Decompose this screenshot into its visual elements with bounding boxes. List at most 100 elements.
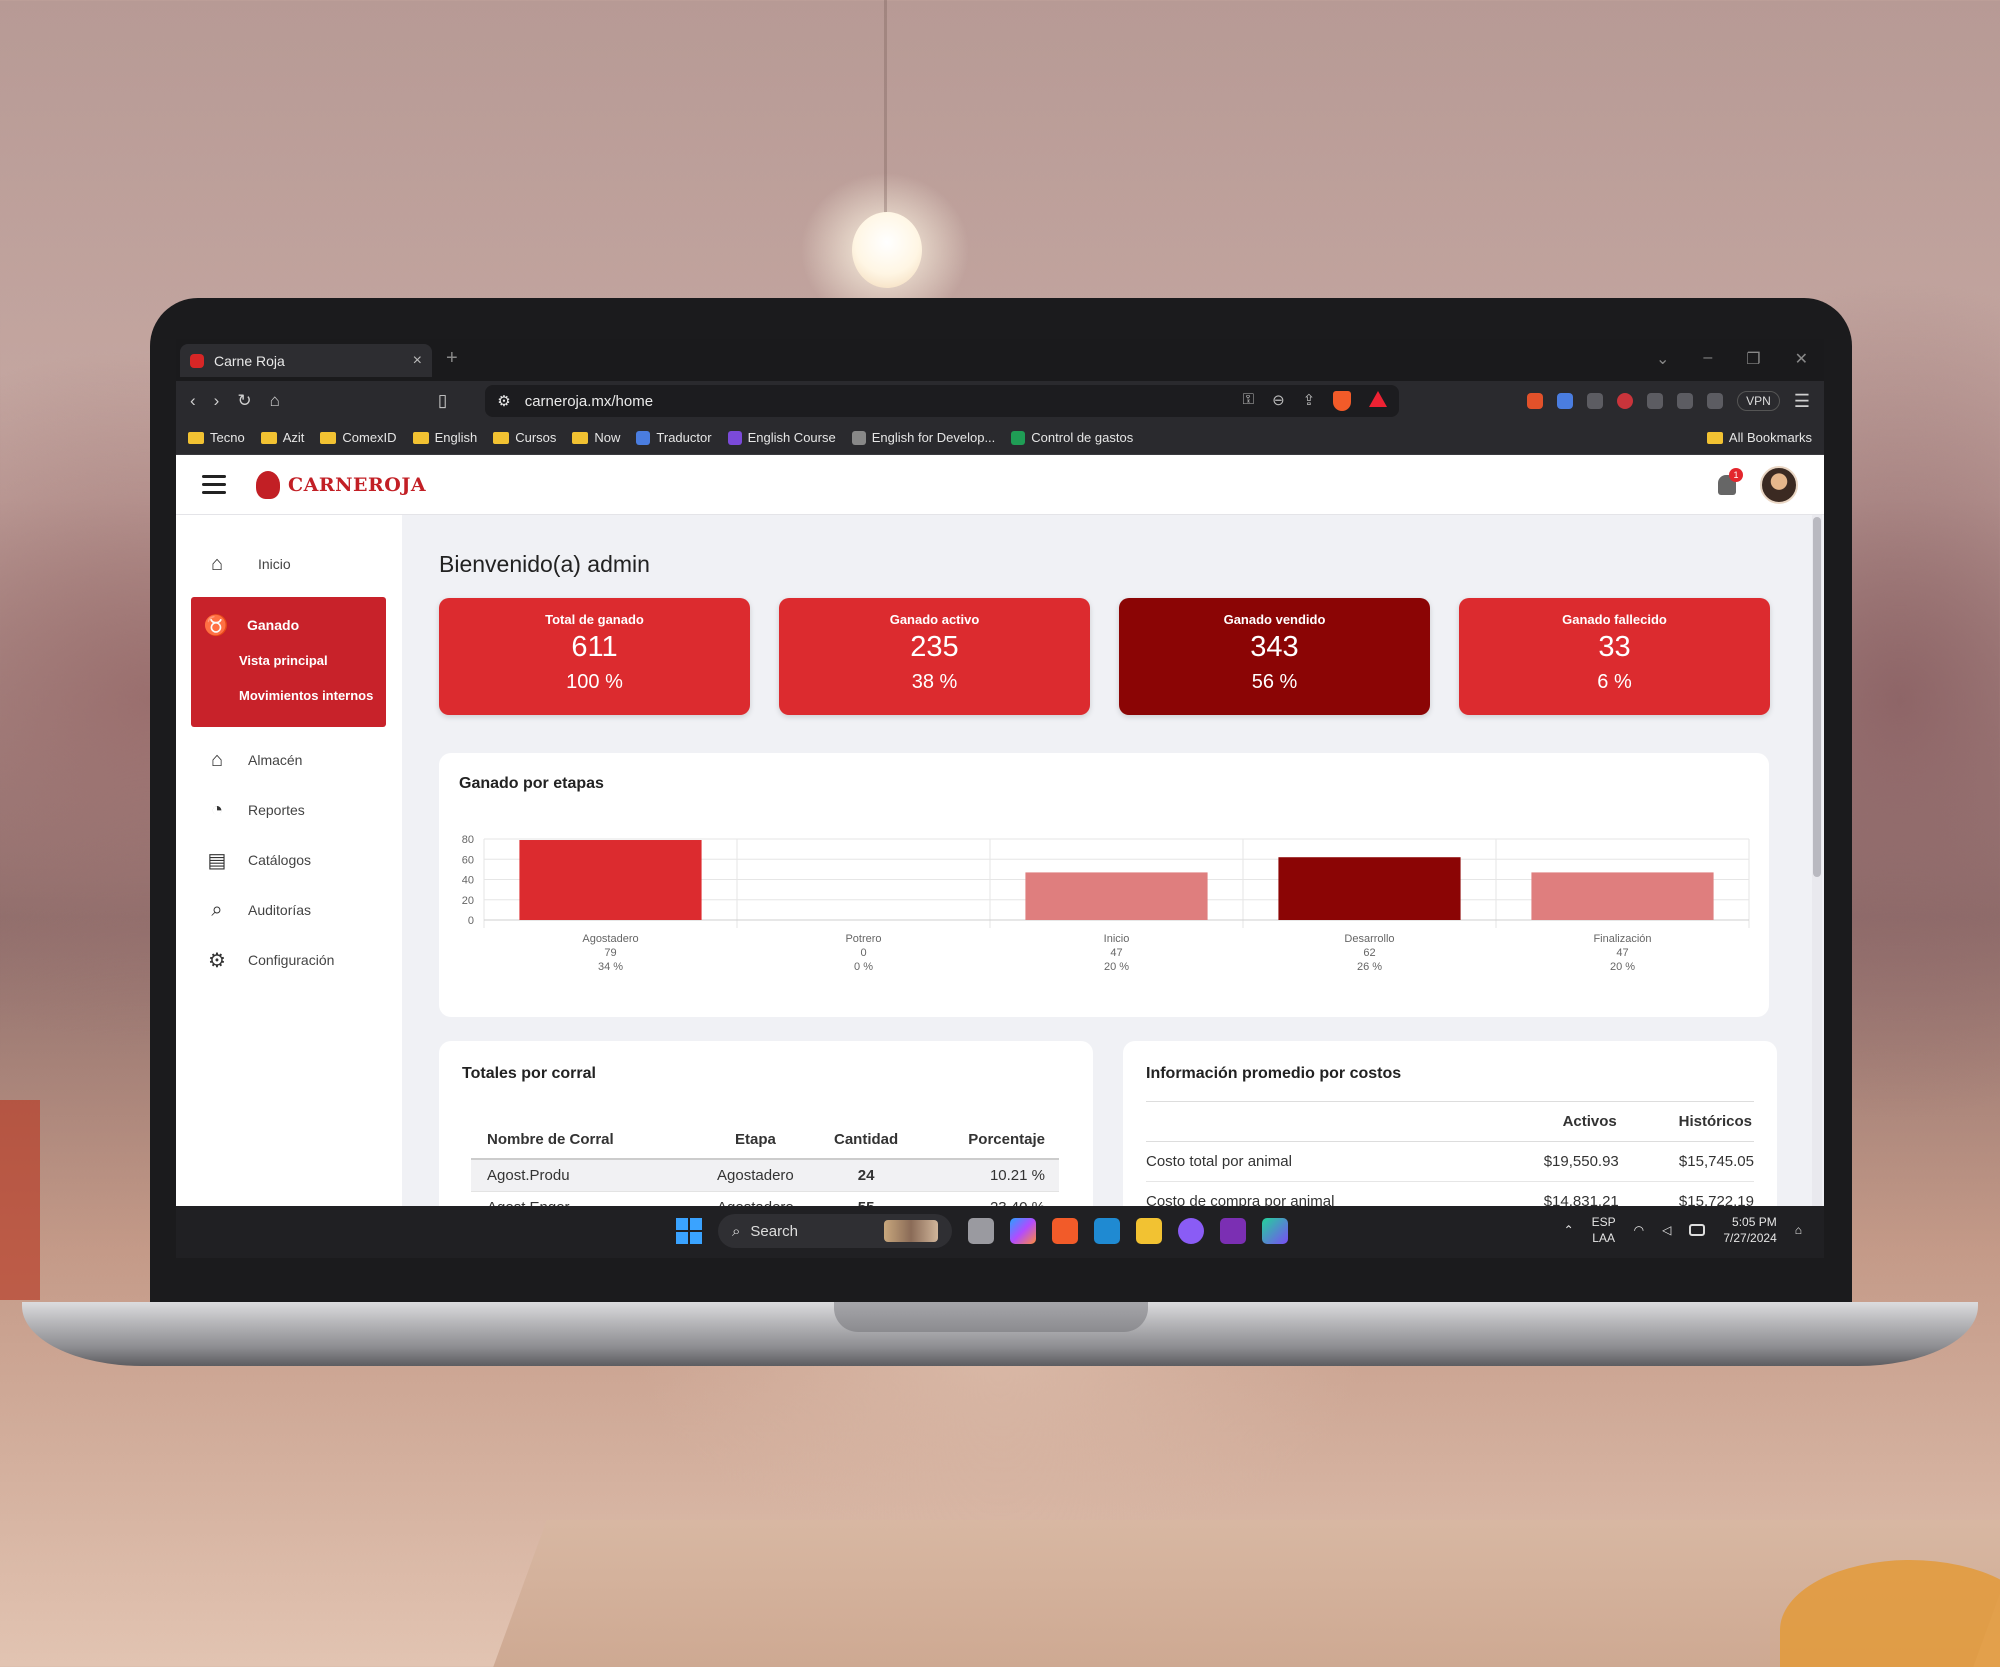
address-bar[interactable]: ⚙ carneroja.mx/home ⚿ ⊖ ⇪	[485, 385, 1400, 417]
file-explorer-icon[interactable]	[1136, 1218, 1162, 1244]
windows-start-icon[interactable]	[676, 1218, 702, 1244]
column-header[interactable]: Porcentaje	[916, 1121, 1059, 1160]
forward-icon[interactable]: ›	[214, 391, 220, 411]
costos-title: Información promedio por costos	[1146, 1065, 1402, 1082]
table-cell: Costo total por animal	[1146, 1141, 1485, 1182]
user-avatar[interactable]	[1760, 465, 1798, 504]
data-label: 0	[860, 947, 866, 959]
background-object	[0, 1100, 40, 1300]
minimize-icon[interactable]: –	[1703, 349, 1712, 369]
clock-date: 7/27/2024	[1723, 1231, 1777, 1245]
data-label: 34 %	[598, 961, 623, 973]
card-total-ganado: Total de ganado 611 100 %	[439, 598, 750, 715]
table-cell: $15,722.19	[1618, 1181, 1754, 1206]
brave-shields-icon[interactable]	[1333, 391, 1352, 411]
sidebar-subitem-vista-principal[interactable]: Vista principal	[191, 643, 386, 678]
menu-icon[interactable]: ☰	[1794, 391, 1810, 412]
brave-rewards-icon[interactable]	[1369, 391, 1388, 407]
home-icon[interactable]: ⌂	[270, 391, 280, 411]
sidebar-item-auditorias[interactable]: ⌕ Auditorías	[176, 885, 402, 935]
browser-tab[interactable]: Carne Roja ×	[180, 344, 432, 377]
clock[interactable]: 5:05 PM 7/27/2024	[1723, 1214, 1776, 1246]
column-header[interactable]: Cantidad	[815, 1121, 917, 1160]
table-row[interactable]: Agost.Produ Agostadero 24 10.21 %	[471, 1159, 1059, 1192]
tab-list-icon[interactable]: ⌄	[1656, 349, 1669, 369]
notification-bell-icon[interactable]: 1	[1718, 467, 1743, 495]
vpn-button[interactable]: VPN	[1737, 391, 1780, 411]
sidebar-item-label: Auditorías	[248, 902, 312, 918]
close-tab-icon[interactable]: ×	[413, 352, 422, 370]
extension-icon[interactable]	[1527, 393, 1544, 409]
bookmark-item[interactable]: ComexID	[320, 430, 397, 445]
bookmark-item[interactable]: Cursos	[493, 430, 556, 445]
bar	[519, 840, 702, 920]
onenote-icon[interactable]	[1220, 1218, 1246, 1244]
card-percent: 56 %	[1251, 671, 1298, 693]
all-bookmarks[interactable]: All Bookmarks	[1706, 430, 1812, 445]
bookmarks-bar: Tecno Azit ComexID English Cursos Now Traducto…	[176, 421, 1824, 455]
bookmark-item[interactable]: English	[412, 430, 477, 445]
language-indicator[interactable]: ESP LAA	[1592, 1214, 1616, 1246]
sidebar-item-almacen[interactable]: ⌂ Almacén	[176, 735, 402, 785]
notifications-icon[interactable]: ⌂	[1795, 1223, 1802, 1237]
zoom-icon[interactable]: ⊖	[1272, 391, 1285, 411]
bookmark-page-icon[interactable]: ▯	[438, 391, 447, 411]
sidebar-toggle-icon[interactable]	[1677, 393, 1694, 409]
sidebar-item-reportes[interactable]: ◔ Reportes	[176, 785, 402, 835]
share-icon[interactable]: ⇪	[1303, 391, 1316, 411]
bookmark-item[interactable]: Tecno	[188, 430, 245, 445]
new-tab-button[interactable]: +	[446, 347, 458, 370]
card-percent: 100 %	[566, 671, 623, 693]
task-view-icon[interactable]	[968, 1218, 994, 1244]
taskbar-search[interactable]: ⌕ Search	[718, 1214, 952, 1248]
chevron-up-icon[interactable]: ⌃	[1564, 1223, 1574, 1237]
battery-icon[interactable]	[1689, 1224, 1706, 1236]
key-icon[interactable]: ⚿	[1243, 391, 1254, 411]
github-desktop-icon[interactable]	[1178, 1218, 1204, 1244]
copilot-icon[interactable]	[1010, 1218, 1036, 1244]
site-settings-icon[interactable]: ⚙	[497, 392, 510, 410]
card-title: Ganado vendido	[1223, 612, 1326, 627]
data-label: 62	[1363, 947, 1375, 959]
card-title: Ganado activo	[889, 612, 980, 627]
vscode-icon[interactable]	[1094, 1218, 1120, 1244]
column-header[interactable]: Etapa	[695, 1121, 816, 1160]
scrollbar-thumb[interactable]	[1813, 517, 1821, 877]
bookmark-item[interactable]: English for Develop...	[851, 430, 995, 445]
window-controls: ⌄ – ❐ ✕	[1656, 349, 1808, 369]
bull-icon: ♉	[203, 614, 229, 637]
bookmark-item[interactable]: English Course	[727, 430, 836, 445]
bookmark-item[interactable]: Azit	[260, 430, 304, 445]
y-tick-label: 0	[468, 915, 474, 927]
bookmark-label: Traductor	[656, 430, 712, 445]
puzzle-icon[interactable]	[1647, 393, 1664, 409]
record-extension-icon[interactable]	[1617, 393, 1634, 409]
reload-icon[interactable]: ↻	[237, 391, 251, 411]
column-header[interactable]: Nombre de Corral	[471, 1121, 696, 1160]
hamburger-menu-icon[interactable]	[202, 475, 226, 494]
os-taskbar: ⌕ Search ⌃ ESP LAA ◠ ◁ 5:05 PM 7/27/2024…	[176, 1206, 1824, 1258]
table-row[interactable]: Agost.Engor Agostadero 55 23.40 %	[471, 1191, 1059, 1206]
bookmark-item[interactable]: Now	[572, 430, 620, 445]
wallet-icon[interactable]	[1707, 393, 1724, 409]
costos-panel: Información promedio por costos Activos …	[1123, 1041, 1777, 1206]
brave-icon[interactable]	[1052, 1218, 1078, 1244]
bookmark-item[interactable]: Control de gastos	[1011, 430, 1133, 445]
volume-icon[interactable]: ◁	[1662, 1223, 1671, 1237]
extension-icon[interactable]	[1587, 393, 1604, 409]
sidebar-item-configuracion[interactable]: ⚙ Configuración	[176, 935, 402, 985]
restore-icon[interactable]: ❐	[1746, 349, 1760, 369]
bookmark-item[interactable]: Traductor	[636, 430, 712, 445]
close-window-icon[interactable]: ✕	[1795, 349, 1808, 369]
sidebar-item-catalogos[interactable]: ▤ Catálogos	[176, 835, 402, 885]
wifi-icon[interactable]: ◠	[1634, 1223, 1644, 1237]
back-icon[interactable]: ‹	[190, 391, 196, 411]
sidebar-item-label: Ganado	[247, 617, 300, 633]
sidebar-subitem-movimientos-internos[interactable]: Movimientos internos	[191, 678, 386, 713]
datagrip-icon[interactable]	[1262, 1218, 1288, 1244]
sidebar-item-inicio[interactable]: ⌂ Inicio	[176, 539, 402, 589]
brand-logo[interactable]: CARNEROJA	[256, 470, 426, 499]
sidebar-item-ganado[interactable]: ♉ Ganado	[191, 607, 386, 643]
translate-extension-icon[interactable]	[1557, 393, 1574, 409]
page-scrollbar[interactable]	[1812, 515, 1822, 1206]
